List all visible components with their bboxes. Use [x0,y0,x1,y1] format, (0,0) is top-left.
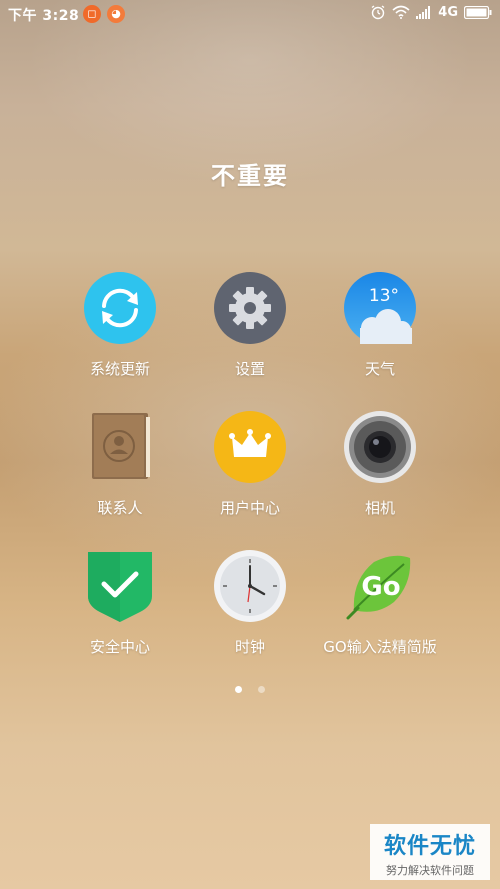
network-type: 4G [438,4,458,20]
app-camera[interactable]: 相机 [310,411,450,518]
weibo-icon: ◕ [107,5,125,23]
app-label: 安全中心 [89,638,150,656]
app-settings[interactable]: 设置 [180,272,320,379]
settings-gear-icon [214,272,286,344]
page-dot[interactable] [257,686,265,693]
crown-icon [214,411,286,483]
system-update-icon [84,272,156,344]
status-icons: 4G [370,4,492,20]
watermark-logo: 软件无忧 努力解决软件问题 [370,824,490,880]
watermark-subtitle: 努力解决软件问题 [386,864,474,877]
wifi-icon [392,5,410,19]
app-label: 相机 [364,499,395,517]
app-label: 联系人 [97,499,143,517]
camera-lens-icon [344,411,416,483]
signal-icon [416,5,431,19]
app-label: 设置 [234,360,265,378]
folder-title[interactable]: 不重要 [0,156,500,191]
page-indicator [0,678,500,697]
app-label: 时钟 [234,638,265,656]
app-go-keyboard[interactable]: Go GO输入法精简版 [310,550,450,657]
weather-icon: 13° [344,272,416,344]
app-label: GO输入法精简版 [323,638,437,656]
app-label: 天气 [364,360,395,378]
status-time: 下午 3:28 [8,8,80,24]
app-contacts[interactable]: 联系人 [50,411,190,518]
app-weather[interactable]: 13° 天气 [310,272,450,379]
app-clock[interactable]: 时钟 [180,550,320,657]
app-security-center[interactable]: 安全中心 [50,550,190,657]
app-label: 系统更新 [89,360,150,378]
clock-icon [214,550,286,622]
app-system-update[interactable]: 系统更新 [50,272,190,379]
contacts-book-icon [92,413,150,479]
svg-text:Go: Go [361,572,400,602]
battery-icon [464,5,492,19]
go-keyboard-icon: Go [346,555,411,620]
notification-icon: ◻ [83,5,101,23]
weather-temperature: 13° [369,286,399,306]
app-label: 用户中心 [219,499,280,517]
status-bar: 下午 3:28 ◻ ◕ 4G [0,0,500,28]
app-user-center[interactable]: 用户中心 [180,411,320,518]
shield-check-icon [88,552,152,622]
alarm-icon [371,5,385,20]
page-dot-active[interactable] [235,686,243,693]
watermark-title: 软件无忧 [383,834,476,859]
